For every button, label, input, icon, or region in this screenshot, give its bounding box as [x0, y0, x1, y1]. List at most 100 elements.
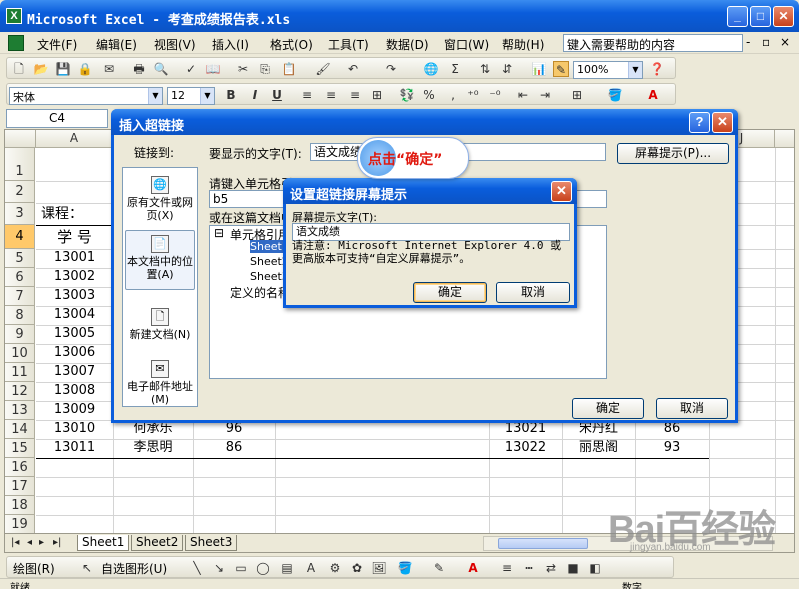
cell-id[interactable]: 13022 [489, 439, 562, 457]
help-search-input[interactable]: 键入需要帮助的内容 [563, 34, 743, 52]
research-icon[interactable]: 📖 [205, 61, 221, 77]
screen-tip-title-bar[interactable]: 设置超链接屏幕提示 ✕ [283, 178, 577, 204]
chevron-down-icon[interactable]: ▼ [200, 88, 214, 104]
row-header[interactable]: 10 [5, 344, 35, 363]
underline-button[interactable]: U [269, 87, 285, 103]
doc-restore-button[interactable]: ▫ [762, 35, 770, 49]
dialog-title-bar[interactable]: 插入超链接 ? ✕ [111, 109, 738, 135]
spelling-icon[interactable]: ✓ [183, 61, 199, 77]
clipart-icon[interactable]: ✿ [349, 560, 365, 576]
cell-id[interactable]: 13010 [36, 420, 113, 438]
cell-name[interactable]: 丽思阁 [562, 439, 635, 457]
last-sheet-button[interactable]: ▸| [53, 537, 61, 548]
cell-id[interactable]: 13002 [36, 268, 113, 286]
oval-icon[interactable]: ◯ [255, 560, 271, 576]
row-header[interactable]: 5 [5, 249, 35, 268]
tree-defined-names[interactable]: 定义的名称 [230, 284, 290, 301]
row-header[interactable]: 14 [5, 420, 35, 439]
cell-score[interactable]: 93 [635, 439, 709, 457]
hyperlink-cancel-button[interactable]: 取消 [656, 398, 728, 419]
cell-id[interactable]: 13001 [36, 249, 113, 267]
picture-icon[interactable]: 🖼 [371, 560, 387, 576]
select-all-corner[interactable] [5, 130, 36, 148]
screen-tip-cancel-button[interactable]: 取消 [496, 282, 570, 303]
tree-collapse-icon[interactable]: ⊟ [214, 226, 224, 240]
menu-file[interactable]: 文件(F) [37, 36, 77, 53]
new-icon[interactable]: 🗋 [11, 61, 27, 77]
link-existing-file[interactable]: 🌐 原有文件或网页(X) [125, 176, 195, 222]
row-header[interactable]: 17 [5, 477, 35, 496]
screen-tip-button[interactable]: 屏幕提示(P)... [617, 143, 729, 164]
excel-app-icon[interactable]: X [6, 8, 22, 24]
menu-data[interactable]: 数据(D) [386, 36, 429, 53]
row-header[interactable]: 18 [5, 496, 35, 515]
cell-course-label[interactable]: 课程： [41, 205, 111, 223]
dialog-close-button[interactable]: ✕ [712, 112, 733, 133]
rectangle-icon[interactable]: ▭ [233, 560, 249, 576]
italic-button[interactable]: I [247, 87, 263, 103]
align-left-icon[interactable]: ≡ [299, 87, 315, 103]
comma-button[interactable]: , [445, 87, 461, 103]
row-header[interactable]: 11 [5, 363, 35, 382]
menu-view[interactable]: 视图(V) [154, 36, 196, 53]
dialog-help-button[interactable]: ? [689, 112, 710, 133]
sort-descending-icon[interactable]: ⇵ [499, 61, 515, 77]
menu-help[interactable]: 帮助(H) [502, 36, 544, 53]
title-bar[interactable]: X Microsoft Excel - 考查成绩报告表.xls _ □ ✕ [0, 0, 799, 32]
sort-ascending-icon[interactable]: ⇅ [477, 61, 493, 77]
percent-button[interactable]: % [421, 87, 437, 103]
redo-icon[interactable]: ↷ [383, 61, 399, 77]
font-color-icon[interactable]: A [645, 87, 661, 103]
row-header[interactable]: 8 [5, 306, 35, 325]
paste-icon[interactable]: 📋 [281, 61, 297, 77]
increase-indent-icon[interactable]: ⇥ [537, 87, 553, 103]
close-button[interactable]: ✕ [773, 6, 794, 27]
doc-minimize-button[interactable]: - [746, 35, 750, 49]
column-header-a[interactable]: A [36, 130, 113, 148]
minimize-button[interactable]: _ [727, 6, 748, 27]
line-color-icon[interactable]: ✎ [431, 560, 447, 576]
shadow-icon[interactable]: ■ [565, 560, 581, 576]
currency-icon[interactable]: 💱 [399, 87, 415, 103]
increase-decimal-icon[interactable]: ⁺⁰ [465, 87, 481, 103]
align-center-icon[interactable]: ≡ [323, 87, 339, 103]
font-color-icon[interactable]: A [465, 560, 481, 576]
undo-icon[interactable]: ↶ [345, 61, 361, 77]
diagram-icon[interactable]: ⚙ [327, 560, 343, 576]
drawing-icon[interactable]: ✎ [553, 61, 569, 77]
next-sheet-button[interactable]: ▸ [39, 537, 44, 548]
cell-id[interactable]: 13006 [36, 344, 113, 362]
copy-icon[interactable]: ⎘ [257, 61, 273, 77]
chart-wizard-icon[interactable]: 📊 [531, 61, 547, 77]
menu-tools[interactable]: 工具(T) [328, 36, 369, 53]
row-header[interactable]: 16 [5, 458, 35, 477]
doc-close-button[interactable]: × [780, 35, 790, 49]
screen-tip-close-button[interactable]: ✕ [551, 181, 572, 202]
scroll-thumb[interactable] [498, 538, 588, 549]
decrease-indent-icon[interactable]: ⇤ [515, 87, 531, 103]
cell-id[interactable]: 13011 [36, 439, 113, 457]
bold-button[interactable]: B [223, 87, 239, 103]
help-icon[interactable]: ❓ [649, 61, 665, 77]
hyperlink-icon[interactable]: 🌐 [423, 61, 439, 77]
menu-format[interactable]: 格式(O) [270, 36, 313, 53]
row-header[interactable]: 12 [5, 382, 35, 401]
chevron-down-icon[interactable]: ▼ [148, 88, 162, 104]
cell-id[interactable]: 13003 [36, 287, 113, 305]
cell-id[interactable]: 13004 [36, 306, 113, 324]
fill-color-icon[interactable]: 🪣 [607, 87, 623, 103]
print-icon[interactable]: 🖶 [131, 61, 147, 77]
arrow-icon[interactable]: ↘ [211, 560, 227, 576]
menu-insert[interactable]: 插入(I) [212, 36, 249, 53]
link-place-in-document[interactable]: 📄 本文档中的位置(A) [125, 230, 195, 290]
first-sheet-button[interactable]: |◂ [11, 537, 19, 548]
link-new-document[interactable]: 🗋 新建文档(N) [125, 308, 195, 341]
row-header[interactable]: 2 [5, 181, 35, 203]
name-box[interactable]: C4 [6, 109, 108, 128]
textbox-icon[interactable]: ▤ [279, 560, 295, 576]
cell-score[interactable]: 86 [193, 439, 275, 457]
merge-center-icon[interactable]: ⊞ [369, 87, 385, 103]
line-icon[interactable]: ╲ [189, 560, 205, 576]
workbook-icon[interactable] [8, 35, 24, 51]
sheet-tab-2[interactable]: Sheet2 [131, 535, 184, 551]
